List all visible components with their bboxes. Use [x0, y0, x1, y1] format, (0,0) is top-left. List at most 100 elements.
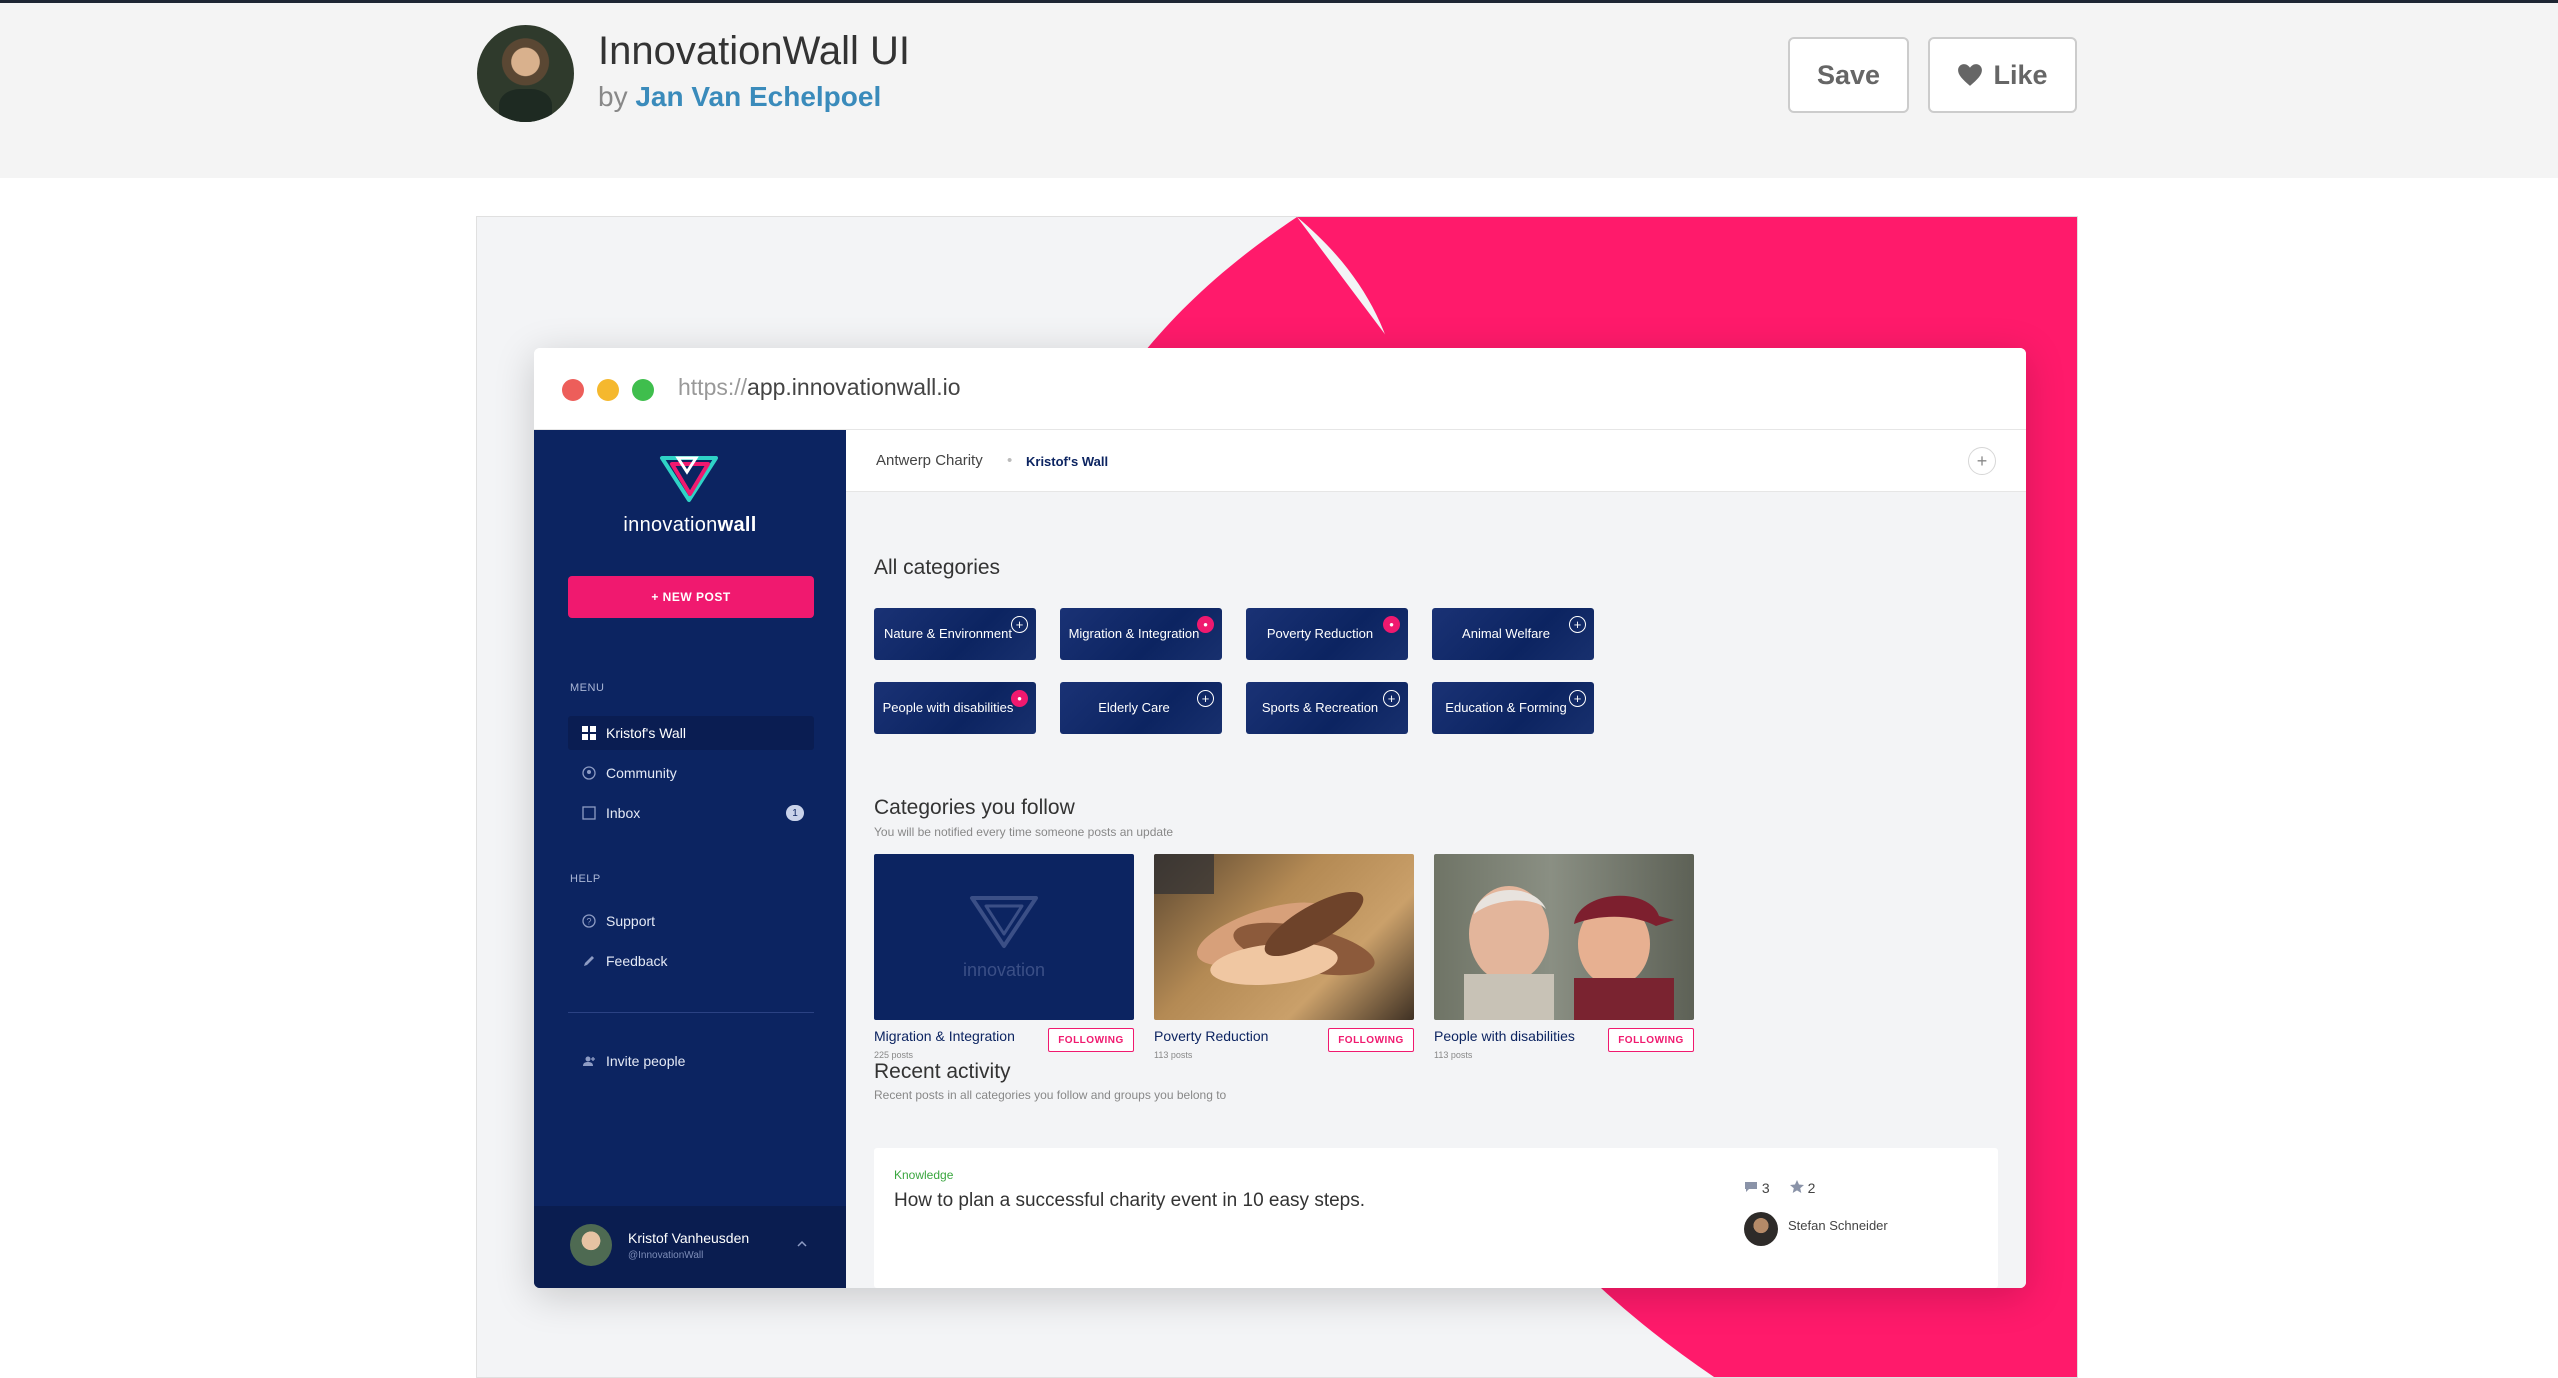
author-link[interactable]: Jan Van Echelpoel: [635, 81, 881, 112]
url-host: app.innovationwall.io: [747, 374, 961, 400]
post-category-tag[interactable]: Knowledge: [894, 1168, 953, 1182]
save-button[interactable]: Save: [1788, 37, 1909, 113]
post-title[interactable]: How to plan a successful charity event i…: [894, 1190, 1365, 1212]
sidebar-item-label: Support: [606, 913, 656, 929]
user-profile-bar[interactable]: Kristof Vanheusden @InnovationWall: [534, 1206, 846, 1288]
follow-heading: Categories you follow: [874, 796, 1075, 819]
logo-wordmark: innovationwall: [534, 514, 846, 537]
svg-text:?: ?: [586, 917, 591, 927]
sidebar-item-label: Kristof's Wall: [606, 725, 686, 741]
category-tile-education[interactable]: Education & Forming +: [1432, 682, 1594, 734]
innovationwall-logo-icon: innovation: [963, 896, 1045, 980]
follow-card-name: People with disabilities: [1434, 1028, 1575, 1044]
maximize-window-icon[interactable]: [632, 379, 654, 401]
save-label: Save: [1816, 59, 1881, 90]
breadcrumb-org[interactable]: Antwerp Charity: [876, 452, 983, 469]
help-section-label: HELP: [570, 873, 601, 885]
inbox-count-badge: 1: [786, 805, 804, 821]
all-categories-heading: All categories: [874, 556, 1001, 579]
author-avatar[interactable]: [477, 25, 574, 122]
followed-dot-icon[interactable]: •: [1383, 616, 1400, 633]
sidebar-item-feedback[interactable]: Feedback: [568, 944, 814, 978]
address-bar[interactable]: https://app.innovationwall.io: [678, 374, 961, 401]
category-label: Nature & Environment: [884, 626, 1012, 641]
follow-plus-icon[interactable]: +: [1569, 690, 1586, 707]
post-author[interactable]: Stefan Schneider: [1788, 1218, 1888, 1233]
recent-activity-heading: Recent activity: [874, 1060, 1011, 1083]
shot-title: InnovationWall UI: [598, 29, 910, 73]
logo-text-light: innovation: [623, 514, 718, 536]
browser-titlebar: https://app.innovationwall.io: [534, 348, 2026, 430]
follow-card-count: 225 posts: [874, 1050, 914, 1060]
follow-plus-icon[interactable]: +: [1569, 616, 1586, 633]
category-tile-nature[interactable]: Nature & Environment +: [874, 608, 1036, 660]
post-stats: 3 2: [1744, 1180, 1815, 1196]
breadcrumb-separator: •: [1007, 452, 1013, 469]
category-label: Animal Welfare: [1462, 626, 1550, 641]
inbox-icon: [582, 806, 596, 820]
following-button[interactable]: FOLLOWING: [1048, 1028, 1134, 1052]
category-label: Migration & Integration: [1068, 626, 1200, 641]
follow-card-image: [1434, 854, 1694, 1020]
sidebar-item-label: Community: [606, 765, 677, 781]
follow-card-count: 113 posts: [1434, 1050, 1473, 1060]
sidebar-item-support[interactable]: ? Support: [568, 904, 814, 938]
follow-card-migration[interactable]: innovation Migration & Integration 225 p…: [874, 854, 1134, 1060]
sidebar-item-label: Inbox: [606, 805, 641, 821]
category-tile-animal-welfare[interactable]: Animal Welfare +: [1432, 608, 1594, 660]
menu-section-label: MENU: [570, 682, 605, 694]
add-user-icon: [583, 1056, 595, 1066]
sidebar-divider: [568, 1012, 814, 1013]
chevron-up-icon[interactable]: [796, 1238, 808, 1250]
add-icon[interactable]: +: [1968, 447, 1996, 475]
breadcrumb-wall[interactable]: Kristof's Wall: [1026, 454, 1108, 469]
follow-subheading: You will be notified every time someone …: [874, 825, 1174, 839]
url-protocol: https://: [678, 374, 748, 400]
sidebar: innovationwall + NEW POST MENU Kristof's…: [534, 430, 846, 1288]
new-post-button[interactable]: + NEW POST: [568, 576, 814, 618]
shot-header: InnovationWall UI by Jan Van Echelpoel S…: [0, 0, 2558, 178]
breadcrumb: Antwerp Charity • Kristof's Wall +: [846, 430, 2026, 492]
followed-dot-icon[interactable]: •: [1011, 690, 1028, 707]
follow-card-name: Poverty Reduction: [1154, 1028, 1269, 1044]
like-label: Like: [1993, 59, 2048, 90]
category-tile-elderly-care[interactable]: Elderly Care +: [1060, 682, 1222, 734]
category-tile-disabilities[interactable]: People with disabilities •: [874, 682, 1036, 734]
follow-card-count: 113 posts: [1154, 1050, 1193, 1060]
follow-card-disabilities[interactable]: People with disabilities 113 posts FOLLO…: [1434, 854, 1694, 1060]
category-tile-sports[interactable]: Sports & Recreation +: [1246, 682, 1408, 734]
category-label: Elderly Care: [1098, 700, 1170, 715]
minimize-window-icon[interactable]: [597, 379, 619, 401]
activity-card[interactable]: Knowledge How to plan a successful chari…: [874, 1148, 1998, 1288]
follow-plus-icon[interactable]: +: [1197, 690, 1214, 707]
following-button[interactable]: FOLLOWING: [1608, 1028, 1694, 1052]
follow-card-poverty[interactable]: Poverty Reduction 113 posts FOLLOWING: [1154, 854, 1414, 1060]
star-count: 2: [1789, 1180, 1816, 1196]
user-name: Kristof Vanheusden: [628, 1230, 750, 1246]
category-tile-poverty[interactable]: Poverty Reduction •: [1246, 608, 1408, 660]
close-window-icon[interactable]: [562, 379, 584, 401]
follow-card-name: Migration & Integration: [874, 1028, 1015, 1044]
followed-dot-icon[interactable]: •: [1197, 616, 1214, 633]
follow-plus-icon[interactable]: +: [1383, 690, 1400, 707]
avatar[interactable]: [1744, 1212, 1778, 1246]
avatar: [570, 1224, 612, 1266]
comment-icon: [1745, 1182, 1757, 1192]
star-count-value: 2: [1807, 1180, 1816, 1196]
sidebar-item-label: Feedback: [606, 953, 668, 969]
sidebar-item-community[interactable]: Community: [568, 756, 814, 790]
sidebar-item-kristofs-wall[interactable]: Kristof's Wall: [568, 716, 814, 750]
follow-card-image-wordmark: innovation: [963, 960, 1045, 980]
follow-card-image: [1154, 854, 1414, 1020]
follow-plus-icon[interactable]: +: [1011, 616, 1028, 633]
follow-card-image: innovation: [874, 854, 1134, 1020]
shot-byline: by Jan Van Echelpoel: [598, 81, 881, 113]
app-window: https://app.innovationwall.io innovation…: [534, 348, 2026, 1288]
like-button[interactable]: Like: [1928, 37, 2077, 113]
following-button[interactable]: FOLLOWING: [1328, 1028, 1414, 1052]
logo-text-bold: wall: [717, 514, 757, 536]
two-men-laughing-photo: [1464, 886, 1674, 1020]
sidebar-item-inbox[interactable]: Inbox 1: [568, 796, 814, 830]
invite-people-link[interactable]: Invite people: [568, 1044, 814, 1078]
category-tile-migration[interactable]: Migration & Integration •: [1060, 608, 1222, 660]
